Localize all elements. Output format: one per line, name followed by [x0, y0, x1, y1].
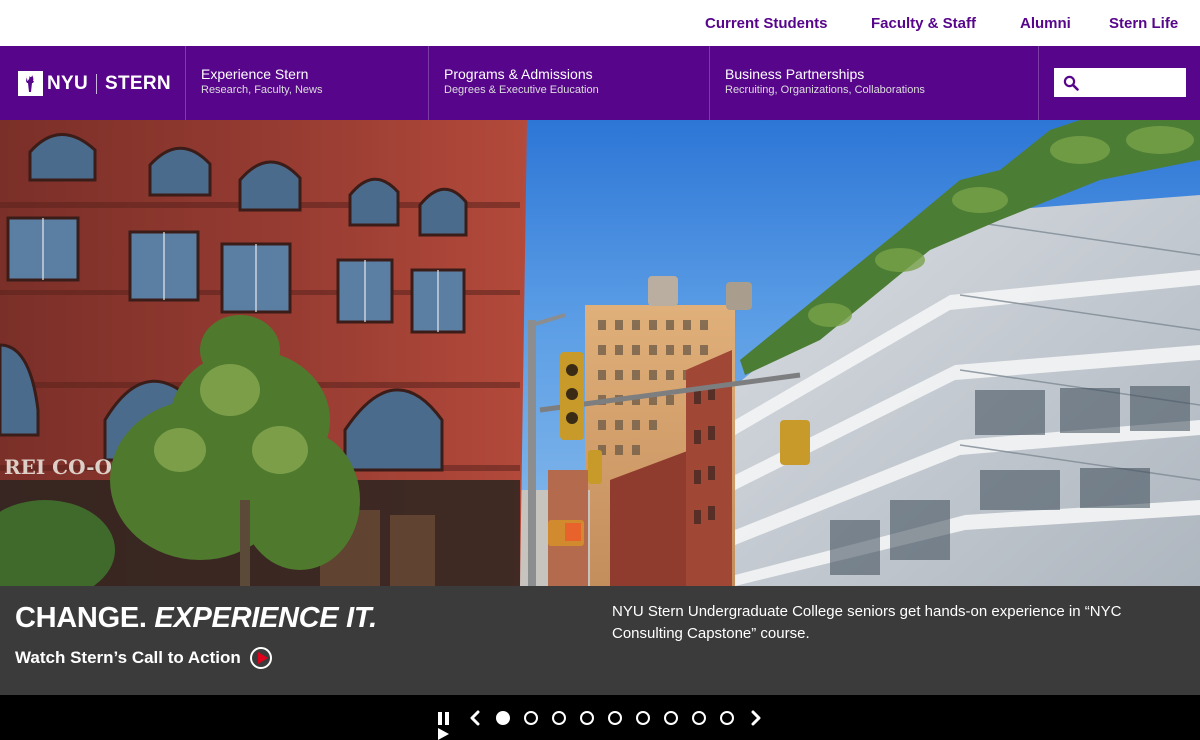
main-nav: NYU STERN Experience Stern Research, Fac…: [0, 46, 1200, 120]
hero-description: NYU Stern Undergraduate College seniors …: [612, 603, 1122, 642]
logo-nyu-text: NYU: [47, 72, 89, 94]
next-arrow-icon[interactable]: [749, 710, 763, 726]
nav-item-title: Programs & Admissions: [444, 66, 593, 82]
nav-item-programs-admissions[interactable]: Programs & Admissions Degrees & Executiv…: [444, 66, 599, 97]
nav-divider: [1038, 46, 1039, 120]
carousel-controls: [0, 695, 1200, 740]
nav-item-business-partnerships[interactable]: Business Partnerships Recruiting, Organi…: [725, 66, 925, 97]
svg-text:REI CO-OP: REI CO-OP: [4, 455, 127, 479]
utility-nav: Current Students Faculty & Staff Alumni …: [0, 0, 1200, 46]
nav-divider: [428, 46, 429, 120]
search-box[interactable]: [1053, 67, 1187, 98]
search-input[interactable]: [1084, 70, 1184, 95]
carousel-dot-1[interactable]: [496, 711, 510, 725]
utility-link-current-students[interactable]: Current Students: [705, 15, 828, 32]
play-circle-icon[interactable]: [249, 647, 272, 669]
nyu-stern-logo[interactable]: NYU STERN: [18, 71, 171, 96]
utility-link-faculty-staff[interactable]: Faculty & Staff: [871, 15, 976, 32]
carousel-dot-5[interactable]: [608, 711, 622, 725]
watch-video-label: Watch Stern’s Call to Action: [15, 648, 241, 667]
pause-icon[interactable]: [437, 712, 451, 725]
nav-item-subtitle: Recruiting, Organizations, Collaboration…: [725, 84, 925, 96]
nav-item-title: Experience Stern: [201, 66, 309, 82]
nav-item-subtitle: Research, Faculty, News: [201, 84, 323, 96]
headline-part-2: EXPERIENCE IT.: [154, 602, 377, 634]
torch-icon: [18, 71, 43, 96]
carousel-dot-2[interactable]: [524, 711, 538, 725]
carousel-dot-8[interactable]: [692, 711, 706, 725]
hero-headline: CHANGE. EXPERIENCE IT.: [15, 602, 377, 635]
utility-link-alumni[interactable]: Alumni: [1020, 15, 1071, 32]
nav-item-title: Business Partnerships: [725, 66, 865, 82]
utility-link-stern-life[interactable]: Stern Life: [1109, 15, 1178, 32]
carousel-dot-3[interactable]: [552, 711, 566, 725]
nav-divider: [185, 46, 186, 120]
headline-part-1: CHANGE.: [15, 602, 147, 634]
carousel-dot-6[interactable]: [636, 711, 650, 725]
play-icon[interactable]: [438, 728, 449, 740]
nav-item-experience-stern[interactable]: Experience Stern Research, Faculty, News: [201, 66, 322, 97]
hero-street-scene: REI CO-OP: [0, 120, 1200, 586]
watch-video-link[interactable]: Watch Stern’s Call to Action: [15, 647, 272, 669]
carousel-dot-9[interactable]: [720, 711, 734, 725]
carousel-dot-4[interactable]: [580, 711, 594, 725]
nav-divider: [709, 46, 710, 120]
carousel-dot-7[interactable]: [664, 711, 678, 725]
nav-item-subtitle: Degrees & Executive Education: [444, 84, 599, 96]
hero-caption-panel: CHANGE. EXPERIENCE IT. Watch Stern’s Cal…: [0, 586, 1200, 695]
search-icon[interactable]: [1063, 75, 1079, 91]
prev-arrow-icon[interactable]: [468, 710, 482, 726]
logo-stern-text: STERN: [105, 72, 171, 94]
logo-divider: [96, 73, 98, 94]
hero-image: REI CO-OP: [0, 120, 1200, 586]
